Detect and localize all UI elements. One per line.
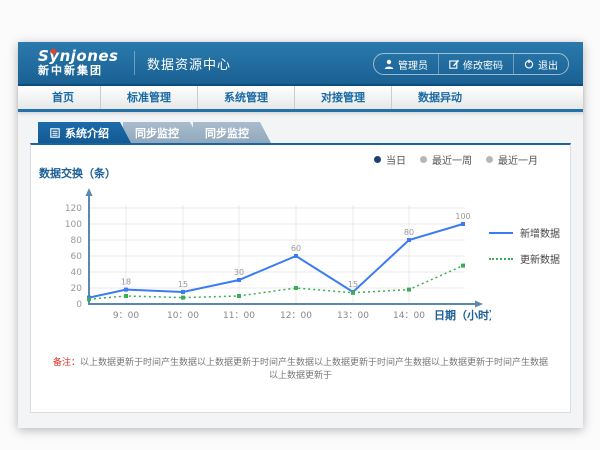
data-label: 100	[455, 212, 470, 221]
company-logo: Synjones 新中新集团	[38, 49, 122, 76]
x-axis-arrow	[475, 301, 483, 308]
data-label: 15	[348, 280, 358, 289]
y-tick-label: 0	[76, 300, 82, 310]
legend-item-0[interactable]: 新增数据	[489, 225, 560, 240]
data-point	[87, 297, 91, 301]
range-option-label: 最近一月	[498, 152, 538, 167]
tab-1[interactable]: 同步监控	[123, 122, 201, 143]
y-tick-label: 20	[71, 284, 83, 294]
content-area: 系统介绍 同步监控 同步监控 当日 最近一周 最近一月 数据交换（条） 0 20 40 60 8…	[18, 112, 583, 413]
logout-label: 退出	[538, 57, 558, 72]
data-label: 30	[234, 268, 244, 277]
data-point	[124, 294, 128, 298]
y-tick-label: 80	[71, 236, 83, 246]
x-axis-title: 日期（小时）	[434, 308, 491, 322]
legend-line-sample	[489, 258, 513, 260]
main-navbar: 首页标准管理系统管理对接管理数据异动	[18, 86, 583, 112]
radio-icon	[374, 156, 381, 163]
data-point	[461, 222, 465, 226]
range-option-label: 当日	[386, 152, 406, 167]
data-point	[407, 288, 411, 292]
data-point	[124, 288, 128, 292]
current-user-button[interactable]: 管理员	[374, 54, 438, 74]
x-tick-label: 9：00	[113, 311, 139, 321]
data-point	[351, 291, 355, 295]
legend-item-1[interactable]: 更新数据	[489, 251, 560, 266]
data-label: 60	[291, 244, 301, 253]
footnote-text: 以上数据更新于时间产生数据以上数据更新于时间产生数据以上数据更新于时间产生数据以…	[80, 358, 548, 381]
tab-2[interactable]: 同步监控	[193, 122, 271, 143]
power-icon	[524, 59, 534, 69]
page-title: 数据资源中心	[147, 54, 231, 73]
data-label: 18	[121, 278, 131, 287]
tabs-bar: 系统介绍 同步监控 同步监控	[38, 122, 571, 143]
x-tick-label: 14：00	[393, 311, 425, 321]
app-header: Synjones 新中新集团 数据资源中心 管理员 修改密码	[18, 42, 583, 86]
data-label: 80	[404, 228, 414, 237]
data-label: 15	[178, 280, 188, 289]
x-tick-label: 13：00	[337, 311, 369, 321]
user-icon	[384, 59, 394, 69]
x-tick-label: 12：00	[280, 311, 312, 321]
chart-panel: 当日 最近一周 最近一月 数据交换（条） 0 20 40 60 80 100 120 9：00 10…	[30, 143, 571, 413]
user-toolbar: 管理员 修改密码 退出	[373, 53, 569, 75]
edit-icon	[449, 59, 459, 69]
data-point	[294, 286, 298, 290]
line-chart: 0 20 40 60 80 100 120 9：00 10：00 11：00 12：00 13：00 1…	[31, 185, 491, 330]
range-option-2[interactable]: 最近一月	[486, 152, 538, 167]
data-point	[237, 294, 241, 298]
radio-icon	[486, 156, 493, 163]
y-axis-arrow	[86, 188, 93, 196]
change-password-button[interactable]: 修改密码	[438, 54, 513, 74]
legend-line-sample	[489, 232, 513, 234]
series-legend: 新增数据更新数据	[489, 225, 560, 266]
range-option-label: 最近一周	[432, 152, 472, 167]
nav-item-4[interactable]: 数据异动	[392, 86, 488, 109]
footnote: 备注：以上数据更新于时间产生数据以上数据更新于时间产生数据以上数据更新于时间产生…	[31, 355, 570, 381]
app-window: Synjones 新中新集团 数据资源中心 管理员 修改密码	[18, 42, 583, 428]
data-point	[237, 278, 241, 282]
legend-label: 新增数据	[520, 225, 560, 240]
header-divider	[134, 51, 135, 75]
document-icon	[50, 128, 60, 138]
y-tick-label: 100	[65, 220, 82, 230]
nav-item-2[interactable]: 系统管理	[198, 86, 295, 109]
y-axis-title: 数据交换（条）	[39, 165, 116, 181]
y-tick-label: 60	[71, 252, 83, 262]
radio-icon	[420, 156, 427, 163]
legend-label: 更新数据	[520, 251, 560, 266]
logo-secondary-text: 新中新集团	[38, 65, 122, 77]
data-point	[181, 296, 185, 300]
nav-menu: 首页标准管理系统管理对接管理数据异动	[26, 86, 583, 109]
nav-item-1[interactable]: 标准管理	[101, 86, 198, 109]
data-point	[181, 290, 185, 294]
x-tick-label: 11：00	[223, 311, 255, 321]
y-tick-label: 120	[65, 204, 82, 214]
range-option-0[interactable]: 当日	[374, 152, 406, 167]
time-range-options: 当日 最近一周 最近一月	[374, 152, 538, 167]
series-line-1	[89, 266, 463, 300]
change-password-label: 修改密码	[463, 57, 503, 72]
y-tick-label: 40	[71, 268, 83, 278]
range-option-1[interactable]: 最近一周	[420, 152, 472, 167]
current-user-label: 管理员	[398, 57, 428, 72]
tab-label: 系统介绍	[65, 125, 109, 141]
tab-0[interactable]: 系统介绍	[38, 122, 131, 143]
nav-item-3[interactable]: 对接管理	[295, 86, 392, 109]
data-point	[461, 264, 465, 268]
logout-button[interactable]: 退出	[513, 54, 568, 74]
tab-label: 同步监控	[205, 125, 249, 141]
tab-label: 同步监控	[135, 125, 179, 141]
data-point	[407, 238, 411, 242]
footnote-prefix: 备注：	[53, 358, 80, 368]
page: Synjones 新中新集团 数据资源中心 管理员 修改密码	[0, 0, 600, 450]
nav-item-0[interactable]: 首页	[26, 86, 101, 109]
x-tick-label: 10：00	[167, 311, 199, 321]
data-point	[294, 254, 298, 258]
